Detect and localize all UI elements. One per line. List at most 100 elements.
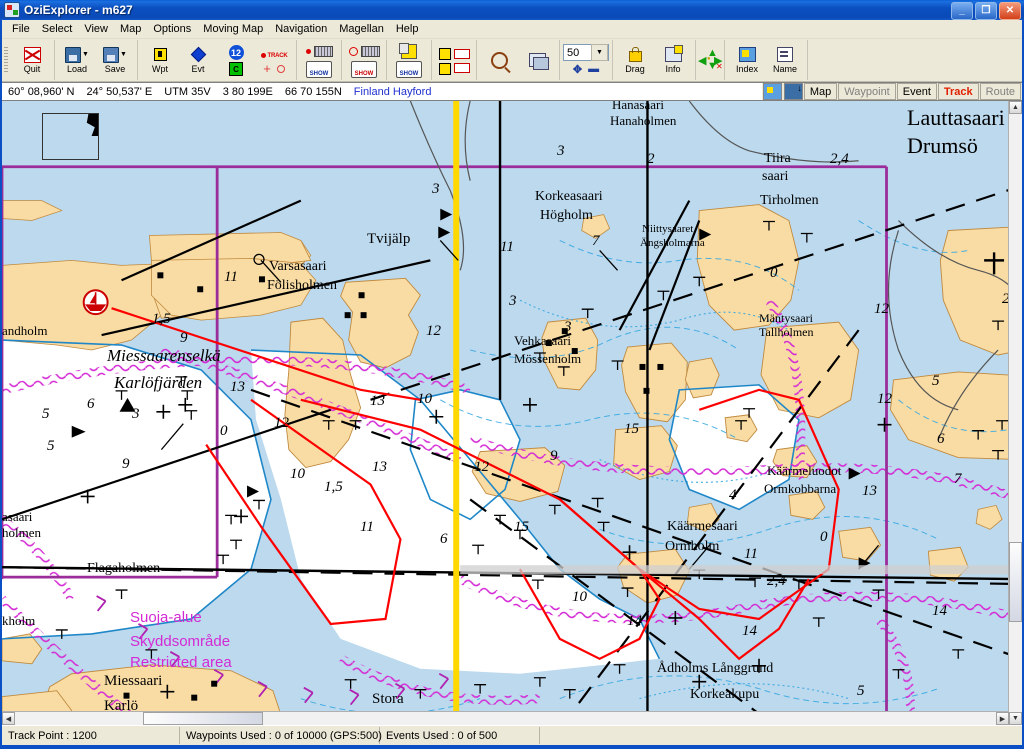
toolbar-group-zoom: 50 ▼ ✥ ▬: [560, 40, 613, 80]
window-bottom-edge: [0, 745, 1024, 749]
save-button[interactable]: ▼ Save: [96, 41, 134, 79]
index-button[interactable]: Index: [728, 41, 766, 79]
grid-button[interactable]: [435, 41, 473, 79]
quit-button[interactable]: Quit: [13, 41, 51, 79]
zoom-out-button[interactable]: ▬: [588, 63, 599, 76]
tab-track[interactable]: Track: [937, 83, 979, 100]
name-icon: [777, 47, 793, 62]
inset-pane-3: [43, 137, 70, 159]
window-button[interactable]: [518, 41, 556, 79]
scroll-down-button[interactable]: ▼: [1009, 712, 1022, 725]
menu-item-options[interactable]: Options: [147, 21, 197, 37]
hscroll-thumb[interactable]: [143, 712, 263, 725]
inset-pane-1: [43, 114, 70, 136]
waypoint-button[interactable]: Wpt: [141, 41, 179, 79]
inset-pane-2: [71, 114, 98, 136]
show-events-button[interactable]: SHOW: [345, 41, 383, 79]
window-controls: _ ❐ ✕: [951, 2, 1021, 20]
hscroll-track-right[interactable]: [263, 712, 996, 725]
tab-route[interactable]: Route: [979, 83, 1021, 100]
show-events-icon: SHOW: [351, 60, 377, 78]
name-button[interactable]: Name: [766, 41, 804, 79]
toolbar-group-show-evt: SHOW: [342, 40, 387, 80]
toolbar-group-find: [477, 40, 560, 80]
longitude-value: 24° 50,537' E: [86, 85, 153, 98]
status-waypoints-used: Waypoints Used : 0 of 10000 (GPS:500): [180, 727, 382, 744]
comment-icon: C: [229, 62, 243, 76]
menu-item-file[interactable]: File: [6, 21, 36, 37]
track-dot-icon: [260, 53, 266, 58]
map-vertical-scrollbar[interactable]: ▲ ▼: [1008, 101, 1022, 725]
tab-event[interactable]: Event: [896, 83, 937, 100]
menu-item-navigation[interactable]: Navigation: [269, 21, 333, 37]
scroll-left-button[interactable]: ◀: [2, 712, 15, 725]
zoom-in-button[interactable]: ✥: [573, 63, 582, 76]
event-icon: [190, 46, 206, 63]
toolbar-group-pan: ▲ ◀ ▶ ▼ ● ✕: [696, 40, 725, 80]
minimize-button[interactable]: _: [951, 2, 973, 20]
vscroll-track-lower[interactable]: [1009, 622, 1022, 712]
info-label: Info: [665, 64, 681, 74]
number-badge-icon: 12: [228, 45, 244, 60]
status-bar: Track Point : 1200 Waypoints Used : 0 of…: [2, 725, 1022, 745]
show-maps-button[interactable]: SHOW: [390, 41, 428, 79]
save-icon: [103, 46, 120, 63]
toolbar-group-file: ▼ Load ▼ Save: [55, 40, 138, 80]
show-waypoints-icon: SHOW: [306, 60, 332, 78]
chevron-down-icon[interactable]: ▼: [591, 44, 608, 61]
chart-inset-thumbnail[interactable]: [42, 113, 99, 160]
menu-item-moving-map[interactable]: Moving Map: [197, 21, 269, 37]
add-icon: +: [263, 61, 271, 76]
window-title: OziExplorer - m627: [24, 3, 133, 17]
show-waypoints-button[interactable]: SHOW: [300, 41, 338, 79]
nautical-chart[interactable]: [2, 101, 1022, 725]
menu-item-map[interactable]: Map: [114, 21, 147, 37]
map-view[interactable]: Lauttasaari Drumsö Hanasaari Hanaholmen Kork…: [2, 101, 1022, 725]
maximize-button[interactable]: ❐: [975, 2, 997, 20]
info-icon: [664, 45, 683, 62]
zoom-select[interactable]: 50 ▼: [563, 44, 609, 61]
oziexplorer-window: OziExplorer - m627 _ ❐ ✕ File Select Vie…: [0, 0, 1024, 749]
menu-item-help[interactable]: Help: [390, 21, 425, 37]
scroll-right-button[interactable]: ▶: [996, 712, 1009, 725]
toolbar-group-grid: [432, 40, 477, 80]
info-button[interactable]: Info: [654, 41, 692, 79]
toolbar-grip[interactable]: [4, 47, 8, 73]
find-button[interactable]: [480, 41, 518, 79]
drag-button[interactable]: Drag: [616, 41, 654, 79]
map-horizontal-scrollbar[interactable]: ◀ ▶: [2, 711, 1009, 725]
pan-pad[interactable]: ▲ ◀ ▶ ▼ ● ✕: [698, 48, 723, 72]
toolbar-group-show-wpt: SHOW: [297, 40, 342, 80]
hscroll-track-left[interactable]: [15, 712, 143, 725]
load-icon: [65, 46, 82, 63]
tab-waypoint[interactable]: Waypoint: [838, 83, 896, 100]
scroll-up-button[interactable]: ▲: [1009, 101, 1022, 114]
chevron-down-icon: ▼: [120, 51, 127, 58]
toolbar-group-quit: Quit: [10, 40, 55, 80]
client-area: File Select View Map Options Moving Map …: [0, 20, 1024, 745]
close-button[interactable]: ✕: [999, 2, 1021, 20]
comment-button[interactable]: 12 C: [217, 41, 255, 79]
latitude-value: 60° 08,960' N: [8, 85, 75, 98]
menu-item-select[interactable]: Select: [36, 21, 79, 37]
tab-map[interactable]: Map: [803, 83, 838, 100]
load-button[interactable]: ▼ Load: [58, 41, 96, 79]
save-map-icon[interactable]: [783, 83, 803, 100]
cancel-icon[interactable]: ✕: [716, 63, 723, 71]
circle-icon: [348, 46, 358, 56]
track-button[interactable]: TRACK +: [255, 41, 293, 79]
vscroll-thumb[interactable]: [1009, 542, 1022, 622]
menu-item-magellan[interactable]: Magellan: [333, 21, 390, 37]
index-label: Index: [735, 64, 759, 74]
vscroll-track[interactable]: [1009, 114, 1022, 542]
event-button[interactable]: Evt: [179, 41, 217, 79]
load-label: Load: [66, 64, 88, 74]
map-index-icon[interactable]: [762, 83, 782, 100]
center-dot-icon[interactable]: ●: [707, 56, 711, 62]
menu-item-view[interactable]: View: [78, 21, 114, 37]
grid-icon: [438, 63, 451, 75]
arrow-left-icon[interactable]: ◀: [698, 56, 706, 67]
status-track-point: Track Point : 1200: [2, 727, 180, 744]
zoom-value: 50: [567, 46, 580, 59]
easting-value: 3 80 199E: [222, 85, 273, 98]
